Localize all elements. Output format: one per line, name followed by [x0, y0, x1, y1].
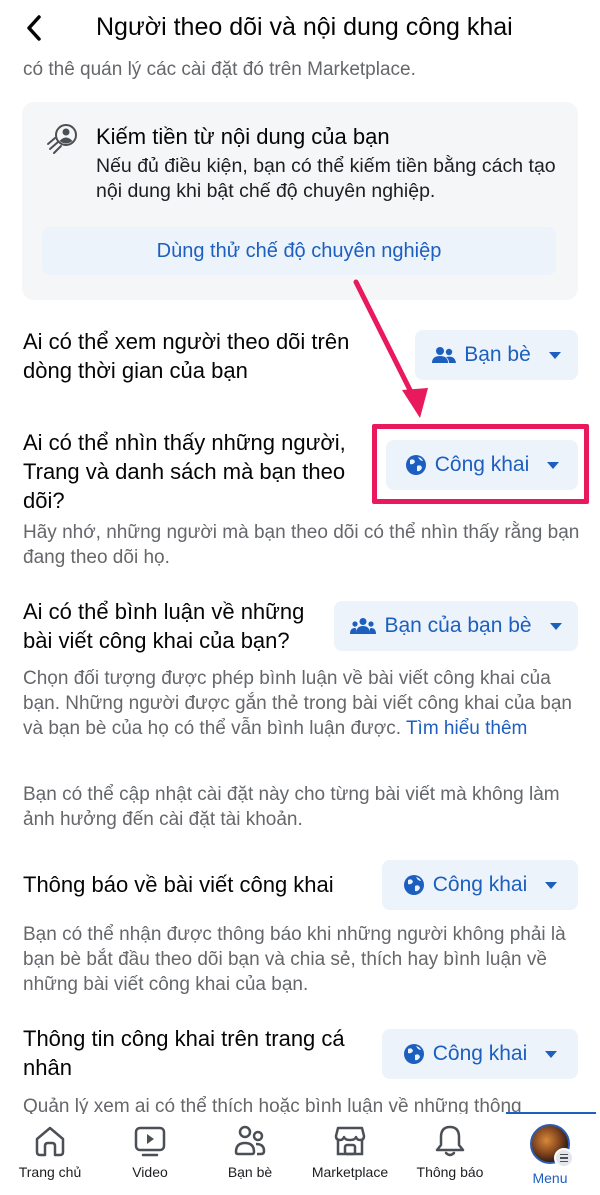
menu-hamburger-icon [554, 1148, 574, 1168]
setting-label-public-profile-info: Thông tin công khai trên trang cá nhân [23, 1026, 345, 1080]
back-button[interactable] [22, 12, 46, 44]
marketplace-icon [334, 1126, 366, 1156]
card-description: Nếu đủ điều kiện, bạn có thể kiếm tiền b… [96, 155, 556, 202]
bell-icon [435, 1125, 465, 1157]
audience-dropdown-public-profile-info[interactable]: Công khai [382, 1029, 578, 1079]
dropdown-value: Công khai [432, 873, 528, 896]
setting-label-public-post-notifications: Thông báo về bài viết công khai [23, 872, 334, 897]
audience-dropdown-followers-timeline[interactable]: Bạn bè [415, 330, 578, 380]
caret-down-icon [545, 1050, 558, 1058]
dropdown-value: Công khai [434, 453, 530, 476]
audience-dropdown-following-visibility[interactable]: Công khai [386, 440, 578, 490]
tab-menu[interactable]: Menu [500, 1124, 600, 1194]
caret-down-icon [547, 461, 560, 469]
bottom-tab-bar: Trang chủ Video Bạn bè Marketplace Thông… [0, 1114, 600, 1195]
friends-icon [234, 1125, 266, 1156]
tab-friends[interactable]: Bạn bè [200, 1124, 300, 1194]
setting-note-public-comments: Bạn có thể cập nhật cài đặt này cho từng… [23, 784, 560, 830]
dropdown-value: Công khai [432, 1042, 528, 1065]
professional-mode-icon [47, 124, 77, 154]
card-title: Kiếm tiền từ nội dung của bạn [96, 124, 390, 149]
tab-video[interactable]: Video [100, 1124, 200, 1194]
friends-icon [432, 347, 457, 363]
learn-more-link[interactable]: Tìm hiểu thêm [406, 718, 527, 739]
tab-home[interactable]: Trang chủ [0, 1124, 100, 1194]
globe-icon [405, 455, 426, 475]
dropdown-value: Bạn bè [464, 343, 531, 366]
try-professional-mode-button[interactable]: Dùng thử chế độ chuyên nghiệp [42, 227, 556, 275]
setting-description-public-comments: Chọn đối tượng được phép bình luận về bà… [23, 668, 572, 739]
monetize-card: Kiếm tiền từ nội dung của bạn Nếu đủ điề… [22, 102, 578, 300]
header: Người theo dõi và nội dung công khai [0, 0, 600, 56]
setting-label-following-visibility: Ai có thể nhìn thấy những người, Trang v… [23, 430, 346, 513]
caret-down-icon [549, 622, 562, 630]
page-title: Người theo dõi và nội dung công khai [96, 13, 513, 41]
tab-marketplace[interactable]: Marketplace [300, 1124, 400, 1194]
dropdown-value: Bạn của bạn bè [384, 614, 532, 637]
video-icon [134, 1126, 166, 1157]
setting-label-followers-timeline: Ai có thể xem người theo dõi trên dòng t… [23, 329, 350, 383]
home-icon [35, 1126, 65, 1157]
tab-notifications[interactable]: Thông báo [400, 1124, 500, 1194]
chevron-left-icon [27, 15, 41, 41]
friends-of-friends-icon [350, 618, 377, 634]
caret-down-icon [545, 881, 558, 889]
globe-icon [403, 875, 424, 895]
setting-description-following-visibility: Hãy nhớ, những người mà bạn theo dõi có … [23, 522, 580, 568]
audience-dropdown-public-post-notifications[interactable]: Công khai [382, 860, 578, 910]
avatar [530, 1124, 574, 1168]
globe-icon [403, 1044, 424, 1064]
marketplace-note: có thê quán lý các cài đặt đó trên Marke… [23, 59, 416, 80]
setting-description-public-post-notifications: Bạn có thể nhận được thông báo khi những… [23, 924, 566, 995]
setting-label-public-comments: Ai có thể bình luận về những bài viết cô… [23, 599, 305, 653]
caret-down-icon [548, 351, 561, 359]
audience-dropdown-public-comments[interactable]: Bạn của bạn bè [334, 601, 578, 651]
